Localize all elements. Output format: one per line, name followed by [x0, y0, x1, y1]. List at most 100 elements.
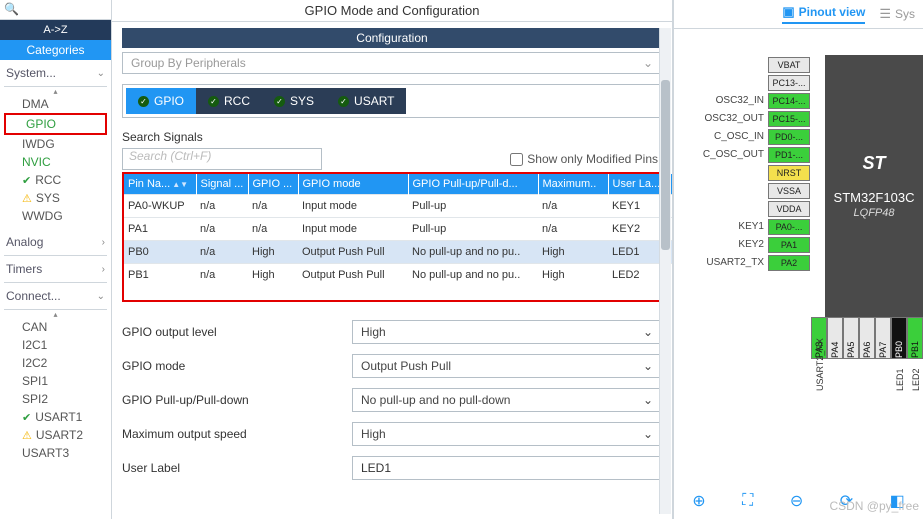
- sidebar-item-dma[interactable]: DMA: [0, 95, 111, 113]
- sidebar-item-spi1[interactable]: SPI1: [0, 372, 111, 390]
- zoom-in-icon[interactable]: ⊕: [692, 491, 705, 511]
- tab-categories[interactable]: Categories: [0, 40, 111, 60]
- tab-rcc[interactable]: ✓RCC: [196, 88, 262, 114]
- pin-box[interactable]: PC14-...: [768, 93, 810, 109]
- fit-icon[interactable]: ⛶: [742, 492, 753, 510]
- scrollbar-thumb[interactable]: [661, 80, 670, 250]
- pin-net-label: KEY1: [698, 221, 768, 232]
- pin-box[interactable]: VSSA: [768, 183, 810, 199]
- tab-usart[interactable]: ✓USART: [326, 88, 406, 114]
- warning-icon: ⚠: [22, 429, 32, 442]
- speed-select[interactable]: High⌄: [352, 422, 662, 446]
- sidebar-item-usart1[interactable]: ✔USART1: [0, 408, 111, 426]
- sidebar-item-sys[interactable]: ⚠SYS: [0, 189, 111, 207]
- pin-row: KEY2PA1: [698, 236, 810, 253]
- sidebar-item-usart3[interactable]: USART3: [0, 444, 111, 462]
- cell-pull: No pull-up and no pu..: [408, 241, 538, 264]
- tab-system[interactable]: ☰Sys: [879, 6, 915, 22]
- tab-sys[interactable]: ✓SYS: [262, 88, 326, 114]
- pull-select[interactable]: No pull-up and no pull-down⌄: [352, 388, 662, 412]
- cell-out: High: [248, 241, 298, 264]
- pin-box[interactable]: VBAT: [768, 57, 810, 73]
- user-label-input[interactable]: LED1: [352, 456, 662, 480]
- center-scrollbar[interactable]: [659, 28, 671, 514]
- table-row[interactable]: PA0-WKUPn/an/aInput modePull-upn/aKEY1✓: [124, 195, 672, 218]
- pin-box[interactable]: PD0-...: [768, 129, 810, 145]
- pin-box[interactable]: VDDA: [768, 201, 810, 217]
- section-analog[interactable]: Analog›: [0, 229, 111, 255]
- pin-box[interactable]: NRST: [768, 165, 810, 181]
- chevron-down-icon: ⌄: [97, 68, 105, 79]
- ok-icon: ✓: [138, 96, 149, 107]
- sidebar-item-i2c2[interactable]: I2C2: [0, 354, 111, 372]
- pin-box[interactable]: PA1: [768, 237, 810, 253]
- col-signal[interactable]: Signal ...: [196, 174, 248, 195]
- pin-net-label: [827, 361, 843, 421]
- col-pin[interactable]: Pin Na...▲▼: [124, 174, 196, 195]
- section-connectivity[interactable]: Connect...⌄: [0, 283, 111, 309]
- gpio-mode-select[interactable]: Output Push Pull⌄: [352, 354, 662, 378]
- pin-box[interactable]: PA6: [859, 317, 875, 359]
- sidebar-item-wwdg[interactable]: WWDG: [0, 207, 111, 225]
- pin-box[interactable]: PC15-...: [768, 111, 810, 127]
- table-row[interactable]: PB1n/aHighOutput Push PullNo pull-up and…: [124, 264, 672, 287]
- pin-box[interactable]: PA7: [875, 317, 891, 359]
- output-level-select[interactable]: High⌄: [352, 320, 662, 344]
- sidebar-item-nvic[interactable]: NVIC: [0, 153, 111, 171]
- sidebar-search[interactable]: 🔍: [0, 0, 111, 20]
- zoom-out-icon[interactable]: ⊖: [790, 491, 803, 511]
- sort-icon: ▲▼: [172, 180, 188, 189]
- pin-box[interactable]: PA2: [768, 255, 810, 271]
- chip-icon: ▣: [782, 4, 794, 20]
- chevron-down-icon: ⌄: [643, 393, 653, 407]
- group-by-select[interactable]: Group By Peripherals⌄: [122, 52, 662, 74]
- ok-icon: ✓: [274, 96, 285, 107]
- pin-config-form: GPIO output levelHigh⌄ GPIO modeOutput P…: [122, 320, 662, 480]
- sidebar-item-can[interactable]: CAN: [0, 318, 111, 336]
- cell-pin: PA1: [124, 218, 196, 241]
- pin-box[interactable]: PB1: [907, 317, 923, 359]
- cell-pull: Pull-up: [408, 218, 538, 241]
- ok-icon: ✓: [338, 96, 349, 107]
- table-row[interactable]: PA1n/an/aInput modePull-upn/aKEY2✓: [124, 218, 672, 241]
- pin-box[interactable]: PD1-...: [768, 147, 810, 163]
- col-pull[interactable]: GPIO Pull-up/Pull-d...: [408, 174, 538, 195]
- chevron-down-icon: ⌄: [643, 325, 653, 339]
- pin-box[interactable]: PA0-...: [768, 219, 810, 235]
- section-system[interactable]: System...⌄: [0, 60, 111, 86]
- pin-box[interactable]: PB0: [891, 317, 907, 359]
- search-signals-input[interactable]: Search (Ctrl+F): [122, 148, 322, 170]
- sidebar-item-spi2[interactable]: SPI2: [0, 390, 111, 408]
- tab-gpio[interactable]: ✓GPIO: [126, 88, 196, 114]
- sidebar-item-gpio[interactable]: GPIO: [4, 113, 107, 135]
- table-row[interactable]: PB0n/aHighOutput Push PullNo pull-up and…: [124, 241, 672, 264]
- chevron-down-icon: ⌄: [643, 427, 653, 441]
- tab-alphabetical[interactable]: A->Z: [0, 20, 111, 40]
- watermark: CSDN @py_free: [829, 499, 919, 513]
- pin-row: C_OSC_OUTPD1-...: [698, 146, 810, 163]
- col-output[interactable]: GPIO ...: [248, 174, 298, 195]
- ok-icon: ✓: [208, 96, 219, 107]
- cell-signal: n/a: [196, 195, 248, 218]
- chip-canvas[interactable]: VBATPC13-...OSC32_INPC14-...OSC32_OUTPC1…: [674, 29, 923, 519]
- pin-net-label: C_OSC_IN: [698, 131, 768, 142]
- config-header: Configuration: [122, 28, 662, 48]
- col-max[interactable]: Maximum..: [538, 174, 608, 195]
- section-timers[interactable]: Timers›: [0, 256, 111, 282]
- pin-box[interactable]: PA5: [843, 317, 859, 359]
- table-header-row: Pin Na...▲▼ Signal ... GPIO ... GPIO mod…: [124, 174, 672, 195]
- sidebar-item-usart2[interactable]: ⚠USART2: [0, 426, 111, 444]
- cell-mode: Output Push Pull: [298, 241, 408, 264]
- pin-box[interactable]: PC13-...: [768, 75, 810, 91]
- gpio-mode-label: GPIO mode: [122, 359, 352, 373]
- sidebar-item-i2c1[interactable]: I2C1: [0, 336, 111, 354]
- show-modified-checkbox[interactable]: Show only Modified Pins: [510, 152, 658, 166]
- connect-items: ▴ CAN I2C1 I2C2 SPI1 SPI2 ✔USART1 ⚠USART…: [0, 310, 111, 466]
- pin-box[interactable]: PA4: [827, 317, 843, 359]
- col-mode[interactable]: GPIO mode: [298, 174, 408, 195]
- sidebar-item-rcc[interactable]: ✔RCC: [0, 171, 111, 189]
- sidebar-item-iwdg[interactable]: IWDG: [0, 135, 111, 153]
- tab-pinout[interactable]: ▣Pinout view: [782, 4, 865, 24]
- chevron-right-icon: ›: [102, 237, 105, 248]
- chevron-right-icon: ›: [102, 264, 105, 275]
